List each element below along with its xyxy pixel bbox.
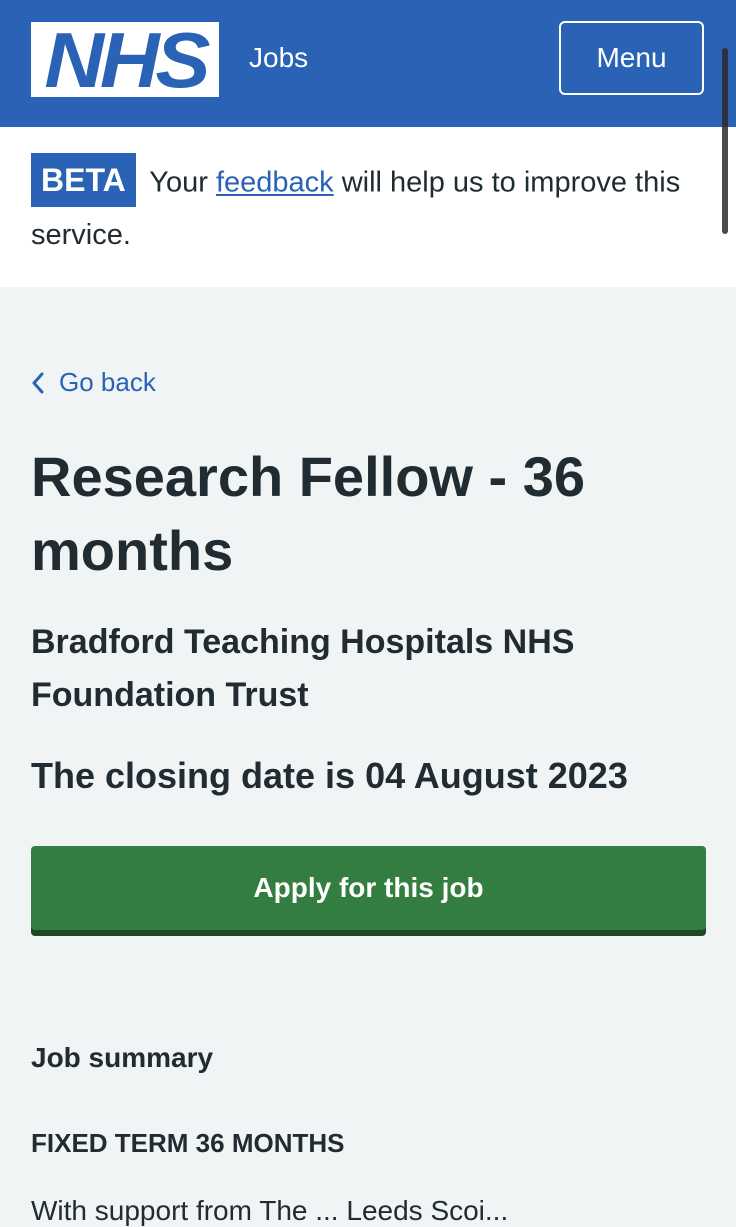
beta-tag: BETA <box>31 153 136 207</box>
logo-text: NHS <box>44 15 210 104</box>
beta-banner: BETA Your feedback will help us to impro… <box>0 127 736 287</box>
go-back-link[interactable]: Go back <box>31 367 705 398</box>
go-back-label: Go back <box>59 367 156 397</box>
menu-button[interactable]: Menu <box>559 21 704 95</box>
job-summary-heading: Job summary <box>31 1042 214 1073</box>
beta-text-before: Your <box>149 166 208 199</box>
chevron-left-icon <box>32 372 44 393</box>
feedback-link[interactable]: feedback <box>216 167 334 199</box>
page-title: Research Fellow - 36 months <box>31 445 586 582</box>
service-name[interactable]: Jobs <box>249 42 308 74</box>
apply-button[interactable]: Apply for this job <box>31 846 706 930</box>
job-summary-subheading: FIXED TERM 36 MONTHS <box>31 1128 345 1158</box>
main-content: Go back Research Fellow - 36 months Brad… <box>0 367 736 1227</box>
site-header: NHS Jobs Menu <box>0 0 736 127</box>
scrollbar[interactable] <box>722 48 728 234</box>
nhs-logo[interactable]: NHS <box>31 15 219 104</box>
employer-name: Bradford Teaching Hospitals NHS Foundati… <box>31 623 575 714</box>
closing-date: The closing date is 04 August 2023 <box>31 755 628 796</box>
